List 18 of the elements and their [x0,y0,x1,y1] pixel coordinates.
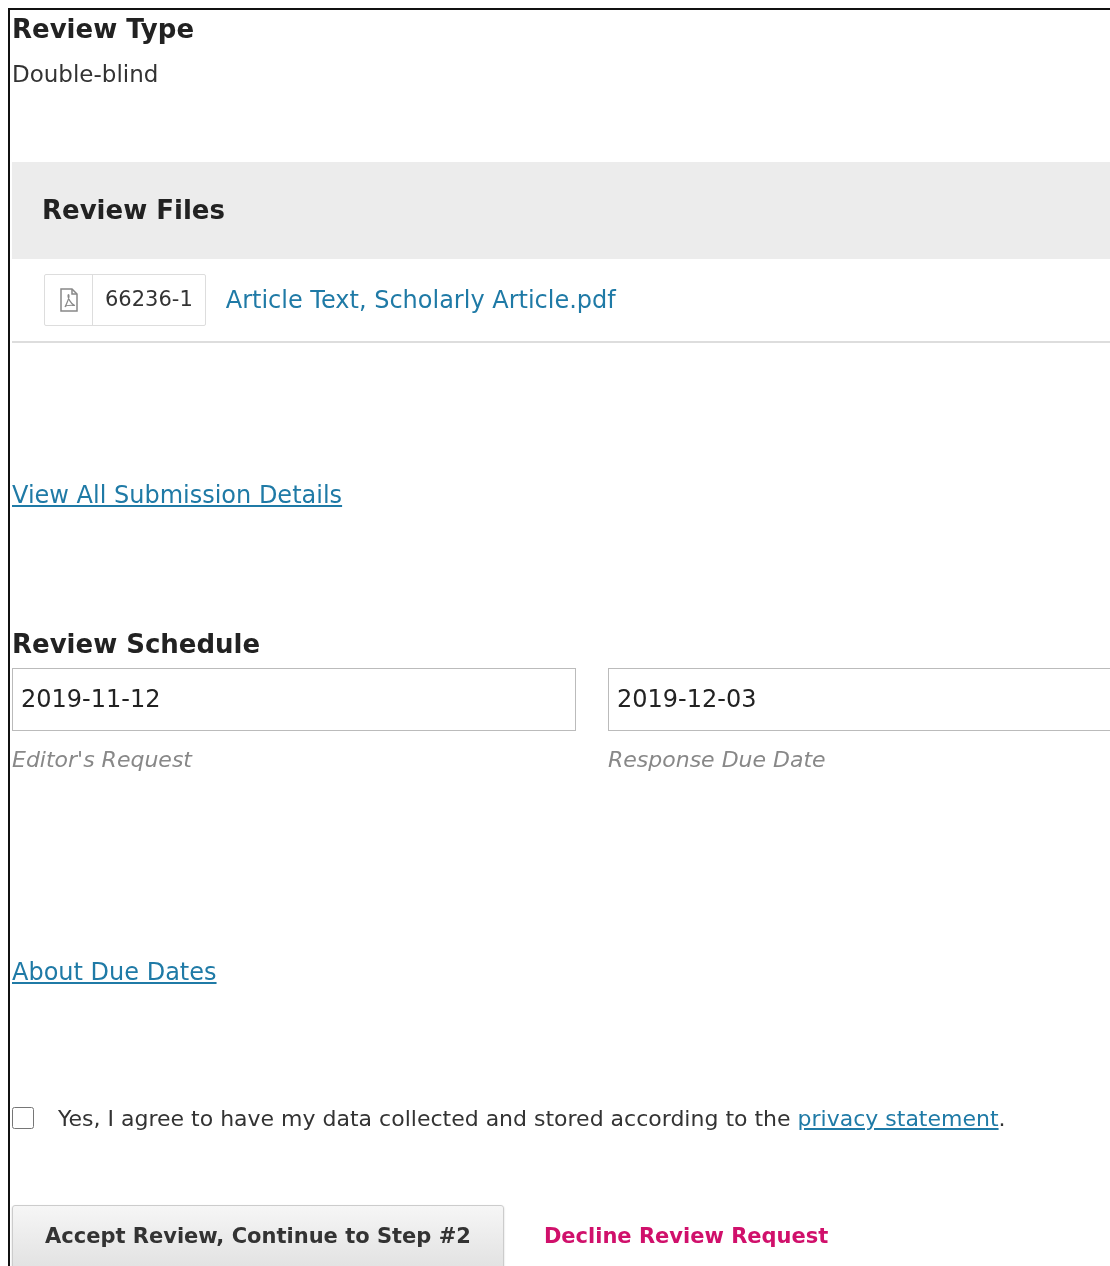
privacy-statement-link[interactable]: privacy statement [797,1105,999,1131]
consent-checkbox[interactable] [12,1107,34,1129]
accept-review-button[interactable]: Accept Review, Continue to Step #2 [12,1204,504,1266]
field-label: Response Due Date [608,745,827,774]
field-label: Editor's Request [12,745,194,774]
consent-text: Yes, I agree to have my data collected and stored according to the privacy statement. [58,1104,1006,1133]
submission-details-link[interactable]: View All Submission Details [12,480,343,509]
file-link[interactable]: Article Text, Scholarly Article.pdf [225,281,616,318]
due-dates-link[interactable]: About Due Dates [12,957,217,986]
section-heading: Review Schedule [12,627,262,661]
section-heading: Review Files [42,193,225,227]
date-field[interactable]: 2019-12-03 [608,667,1110,731]
review-type-value: Double-blind [12,60,160,89]
date-field[interactable]: 2019-11-12 [12,667,576,731]
decline-review-link[interactable]: Decline Review Request [543,1220,829,1253]
file-id: 66236-1 [104,285,194,313]
pdf-file-icon [58,287,79,312]
section-heading: Review Type [12,13,196,46]
